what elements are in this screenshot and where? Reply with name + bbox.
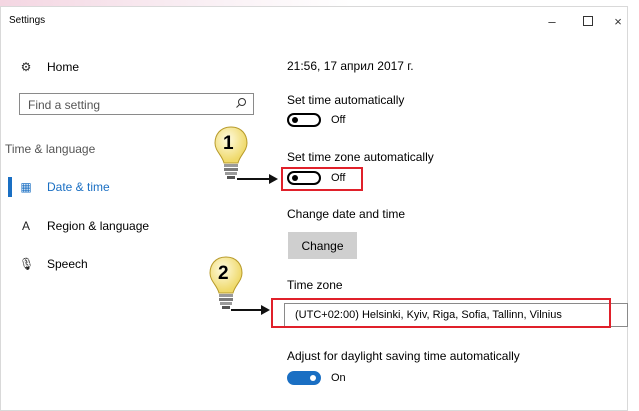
daylight-label: Adjust for daylight saving time automati…	[287, 349, 520, 363]
microphone-icon: 🎙	[19, 257, 35, 271]
nav-home[interactable]: ⚙ Home	[19, 57, 79, 77]
arrow-head-icon	[269, 174, 278, 184]
time-zone-label: Time zone	[287, 278, 343, 292]
callout-arrow-1	[237, 178, 271, 180]
set-time-auto-row: Off	[287, 113, 345, 127]
set-time-auto-label: Set time automatically	[287, 93, 405, 107]
set-timezone-auto-label: Set time zone automatically	[287, 150, 434, 164]
daylight-row: On	[287, 371, 346, 385]
active-indicator	[8, 177, 12, 197]
arrow-head-icon	[261, 305, 270, 315]
gear-icon: ⚙	[20, 60, 32, 74]
nav-speech-label: Speech	[47, 257, 88, 271]
title-bar: Settings – ×	[1, 7, 627, 35]
highlight-box-2	[271, 298, 611, 328]
settings-window: Settings – × ⚙ Home Find a setting Time …	[0, 6, 628, 411]
change-button[interactable]: Change	[288, 232, 357, 259]
minimize-icon: –	[548, 13, 556, 29]
nav-date-time-label: Date & time	[47, 180, 110, 194]
callout-number-1: 1	[223, 133, 234, 154]
daylight-state: On	[331, 372, 346, 384]
date-time-icon: ▦	[20, 180, 32, 194]
set-time-auto-state: Off	[331, 114, 346, 126]
toggle-knob	[310, 375, 316, 381]
search-icon	[236, 98, 246, 108]
maximize-icon	[583, 16, 593, 26]
window-title: Settings	[9, 15, 46, 26]
maximize-button[interactable]	[575, 11, 601, 31]
nav-region-language[interactable]: A Region & language	[19, 216, 149, 236]
section-label: Time & language	[5, 142, 96, 156]
toggle-knob	[292, 117, 298, 123]
close-button[interactable]: ×	[605, 11, 631, 31]
current-datetime: 21:56, 17 април 2017 г.	[287, 59, 414, 73]
nav-speech[interactable]: 🎙 Speech	[19, 254, 88, 274]
minimize-button[interactable]: –	[539, 11, 565, 31]
callout-arrow-2	[231, 309, 263, 311]
callout-number-2: 2	[218, 263, 229, 284]
change-datetime-label: Change date and time	[287, 207, 406, 221]
close-icon: ×	[614, 13, 622, 29]
highlight-box-1	[281, 167, 363, 191]
search-placeholder: Find a setting	[28, 98, 101, 112]
set-time-auto-toggle[interactable]	[287, 113, 321, 127]
search-input[interactable]: Find a setting	[19, 93, 254, 115]
region-language-icon: A	[21, 219, 30, 233]
daylight-toggle[interactable]	[287, 371, 321, 385]
nav-date-time[interactable]: ▦ Date & time	[19, 177, 110, 197]
nav-region-language-label: Region & language	[47, 219, 150, 233]
nav-home-label: Home	[47, 60, 80, 74]
